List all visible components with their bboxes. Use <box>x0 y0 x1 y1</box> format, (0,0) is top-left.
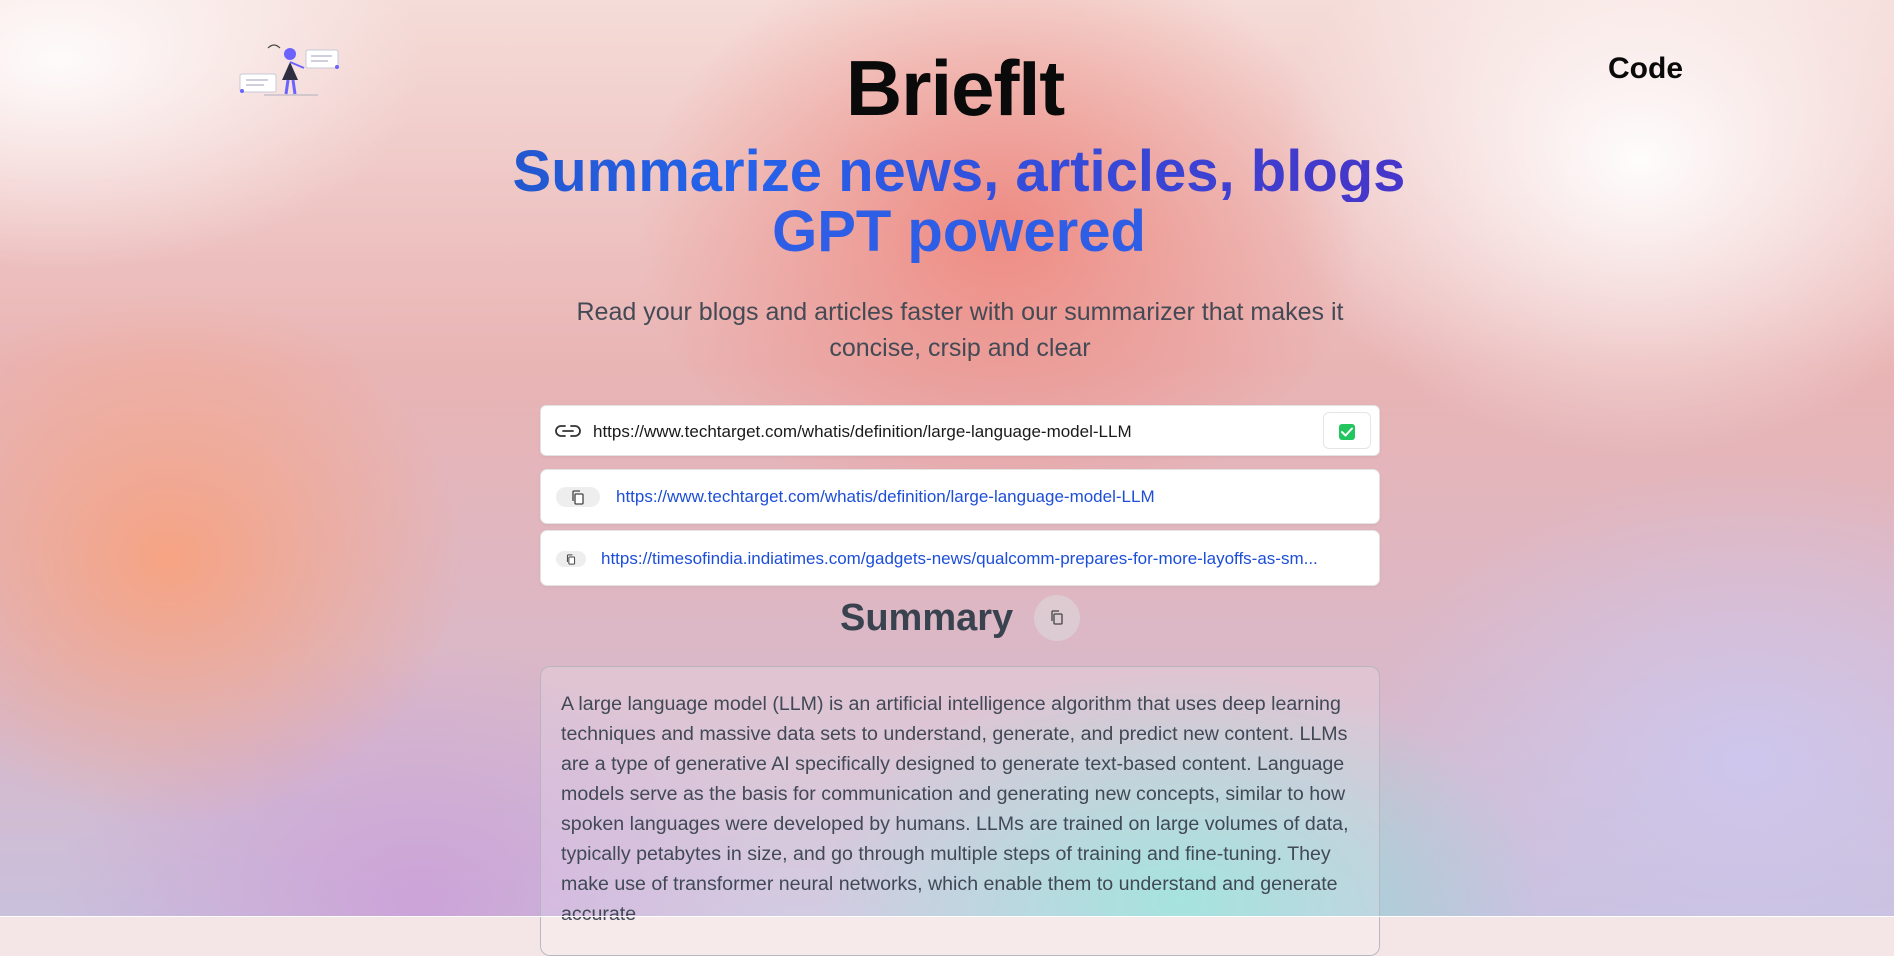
history-url[interactable]: https://timesofindia.indiatimes.com/gadg… <box>601 549 1361 569</box>
url-input[interactable] <box>591 416 1295 448</box>
summary-text: A large language model (LLM) is an artif… <box>561 693 1349 925</box>
history-url[interactable]: https://www.techtarget.com/whatis/defini… <box>616 487 1356 507</box>
history-item[interactable]: https://timesofindia.indiatimes.com/gadg… <box>540 530 1380 586</box>
headline-line-2: GPT powered <box>772 199 1146 264</box>
url-form <box>540 405 1380 456</box>
link-icon <box>555 421 581 441</box>
submit-button[interactable] <box>1323 412 1371 449</box>
copy-icon <box>1051 610 1063 625</box>
check-icon <box>1339 424 1355 440</box>
copy-icon[interactable] <box>556 551 586 567</box>
copy-summary-button[interactable] <box>1034 595 1080 641</box>
code-link[interactable]: Code <box>1608 52 1683 86</box>
hero-headline: Summarize news, articles, blogs GPT powe… <box>0 142 1894 262</box>
copy-icon[interactable] <box>556 487 600 507</box>
summary-title: Summary <box>840 597 1014 639</box>
history-item[interactable]: https://www.techtarget.com/whatis/defini… <box>540 469 1380 524</box>
hero-subtitle: Read your blogs and articles faster with… <box>576 298 1344 362</box>
headline-line-1: Summarize news, articles, blogs <box>0 142 1894 202</box>
summary-box: A large language model (LLM) is an artif… <box>540 666 1380 956</box>
